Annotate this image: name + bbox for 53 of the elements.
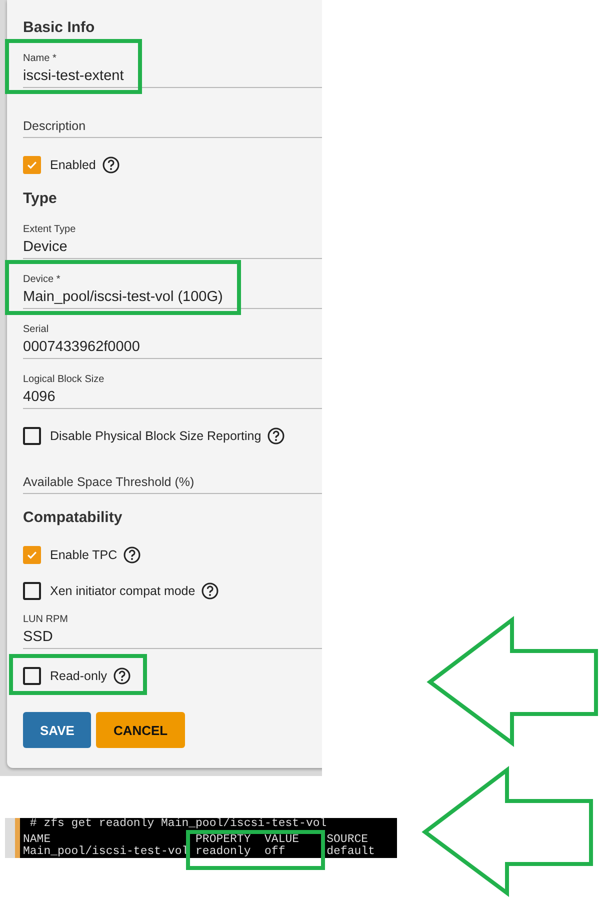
- help-icon[interactable]: [123, 546, 142, 564]
- text-field[interactable]: Available Space Threshold (%): [23, 454, 322, 494]
- field-value: SSD: [23, 629, 53, 645]
- text-field[interactable]: LUN RPM SSD: [23, 609, 322, 649]
- text-field[interactable]: Name * iscsi-test-extent: [23, 38, 322, 88]
- terminal-text: NAME: [23, 834, 51, 846]
- field-value: iscsi-test-extent: [23, 68, 124, 84]
- field-label: Name *: [23, 53, 56, 64]
- help-icon[interactable]: [201, 582, 220, 600]
- field-value: Main_pool/iscsi-test-vol (100G): [23, 289, 223, 305]
- field-placeholder: Description: [23, 119, 86, 133]
- section-heading: Basic Info: [23, 18, 95, 38]
- section-heading: Type: [23, 189, 57, 209]
- field-value: Device: [23, 239, 68, 255]
- help-icon[interactable]: [267, 427, 286, 445]
- terminal-text: Main_pool/iscsi-test-vol: [23, 846, 189, 858]
- text-field[interactable]: Extent Type Device: [23, 209, 322, 259]
- save-button[interactable]: SAVE: [23, 712, 92, 748]
- terminal-command: # zfs get readonly Main_pool/iscsi-test-vol: [28, 818, 328, 832]
- field-label: Extent Type: [23, 224, 76, 235]
- field-placeholder: Available Space Threshold (%): [23, 475, 194, 489]
- section-heading: Compatability: [23, 508, 122, 528]
- text-field[interactable]: Device * Main_pool/iscsi-test-vol (100G): [23, 259, 322, 309]
- field-label: Logical Block Size: [23, 374, 104, 385]
- terminal-text: off: [264, 846, 286, 858]
- text-field[interactable]: Description: [23, 88, 322, 138]
- field-label: Serial: [23, 324, 49, 335]
- terminal-text: default: [326, 846, 375, 858]
- terminal-text: SOURCE: [326, 834, 368, 846]
- checkbox-label: Disable Physical Block Size Reporting: [50, 429, 262, 443]
- help-icon[interactable]: [112, 667, 131, 685]
- checkbox-label: Enabled: [50, 158, 96, 172]
- cancel-button[interactable]: CANCEL: [96, 712, 185, 748]
- checkbox[interactable]: [23, 156, 41, 174]
- text-field[interactable]: Serial 0007433962f0000: [23, 309, 322, 359]
- checkbox[interactable]: [23, 427, 41, 445]
- terminal-text: readonly: [196, 846, 251, 858]
- checkbox-label: Xen initiator compat mode: [50, 584, 196, 598]
- checkbox-label: Read-only: [50, 669, 107, 683]
- arrow-icon: [426, 616, 600, 747]
- terminal-text: VALUE: [264, 834, 300, 846]
- arrow-icon: [421, 766, 595, 897]
- checkbox[interactable]: [23, 667, 41, 685]
- field-value: 4096: [23, 389, 56, 405]
- terminal-text: PROPERTY: [196, 834, 251, 846]
- help-icon[interactable]: [102, 156, 120, 174]
- field-label: Device *: [23, 274, 60, 285]
- text-field[interactable]: Logical Block Size 4096: [23, 359, 322, 409]
- checkbox-label: Enable TPC: [50, 548, 118, 562]
- checkbox[interactable]: [23, 582, 41, 600]
- field-label: LUN RPM: [23, 614, 68, 625]
- field-value: 0007433962f0000: [23, 339, 140, 355]
- checkbox[interactable]: [23, 546, 41, 564]
